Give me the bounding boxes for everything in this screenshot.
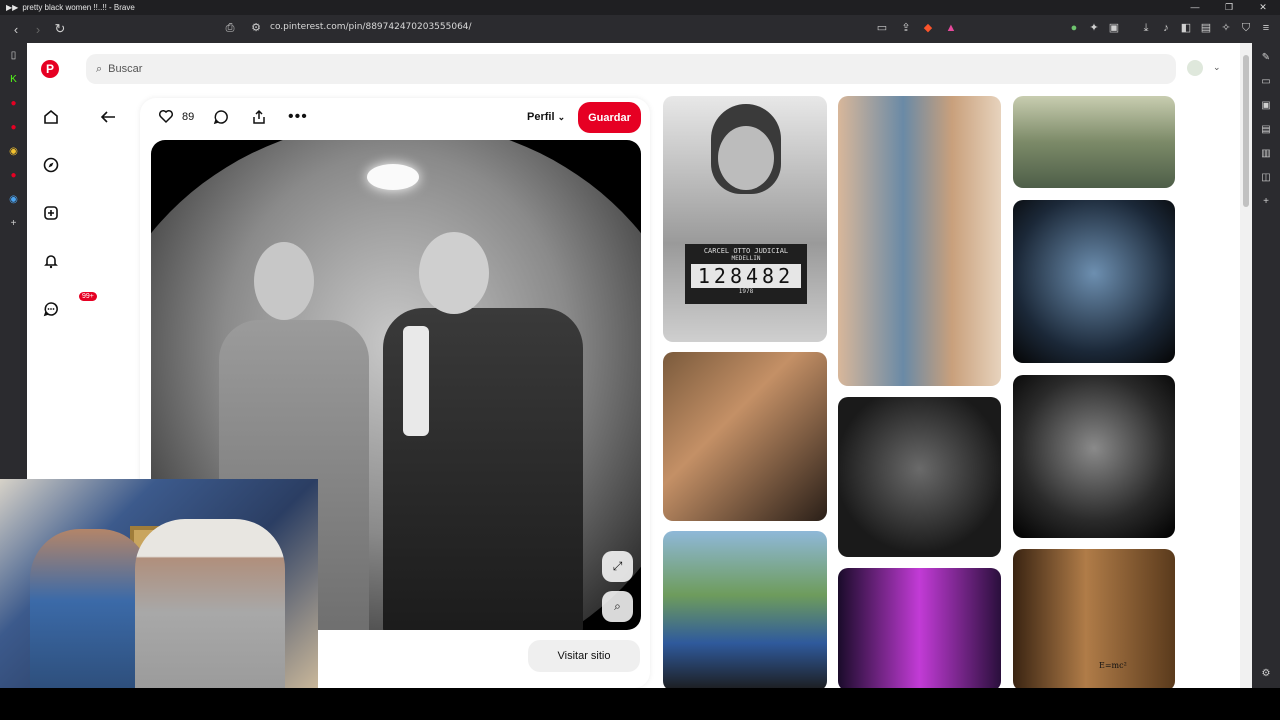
leo-sidebar-icon[interactable]: ✎ — [1252, 45, 1280, 69]
window-controls: — ❐ ✕ — [1178, 0, 1280, 15]
search-icon: ⌕ — [96, 62, 103, 75]
chevron-down-icon[interactable]: ⌄ — [1213, 62, 1221, 73]
feed-pin-monkey[interactable] — [663, 352, 827, 521]
heart-icon — [158, 108, 174, 127]
wallet-sidebar-icon[interactable]: ▣ — [1252, 93, 1280, 117]
brave-rewards-icon[interactable]: ▲ — [943, 20, 959, 36]
site-settings-icon[interactable]: ⚙ — [248, 20, 264, 36]
maximize-icon[interactable]: ❐ — [1212, 0, 1246, 15]
feed-pin-neon-portrait[interactable] — [838, 568, 1001, 688]
leo-icon[interactable]: ✧ — [1218, 20, 1234, 36]
like-count: 89 — [182, 111, 195, 123]
create-icon[interactable] — [39, 201, 63, 225]
like-button[interactable]: 89 — [158, 105, 194, 129]
pinterest-logo-icon[interactable]: P — [41, 60, 59, 78]
chevron-down-icon: ⌄ — [557, 112, 566, 122]
vpn-icon[interactable]: ⛉ — [1238, 20, 1254, 36]
minimize-icon[interactable]: — — [1178, 0, 1212, 15]
download-icon[interactable]: ⤓ — [1138, 20, 1154, 36]
feed-pin-batman-joker[interactable] — [838, 397, 1001, 557]
back-arrow-icon[interactable] — [99, 108, 119, 128]
extension-green-icon[interactable]: ● — [1066, 20, 1082, 36]
notification-badge: 99+ — [79, 292, 97, 301]
feed-pin-wizard-dj[interactable] — [1013, 200, 1175, 363]
feed-pin-dollar-bill[interactable] — [1013, 96, 1175, 188]
wallet-icon[interactable]: ▤ — [1198, 20, 1214, 36]
comment-icon[interactable] — [213, 105, 229, 129]
portrait-face — [718, 126, 774, 190]
forward-nav-icon[interactable]: › — [28, 19, 48, 39]
person-right-head — [419, 232, 489, 314]
feed-pin-einstein-mona[interactable]: E=mc² — [1013, 549, 1175, 688]
history-sidebar-icon[interactable]: ▥ — [1252, 141, 1280, 165]
share-pin-icon[interactable] — [251, 105, 267, 129]
menu-icon[interactable]: ≡ — [1258, 20, 1274, 36]
webcam-overlay — [0, 479, 318, 689]
save-button[interactable]: Guardar — [578, 102, 641, 133]
sidebar-panel-icon[interactable]: ▯ — [0, 43, 27, 67]
bookmark-icon[interactable]: ⎙ — [222, 20, 238, 36]
reload-icon[interactable]: ↻ — [50, 19, 70, 39]
visual-search-icon[interactable]: ⌕ — [602, 591, 633, 622]
feed-pin-mugshot[interactable]: CARCEL OTTO JUDICIAL MEDELLIN 128482 197… — [663, 96, 827, 342]
bottle — [403, 326, 429, 436]
extensions-icon[interactable]: ✦ — [1086, 20, 1102, 36]
chrome-tab-icon[interactable]: ◉ — [0, 139, 27, 163]
mugshot-placard: CARCEL OTTO JUDICIAL MEDELLIN 128482 197… — [685, 244, 807, 304]
media-icon: ▶▶ — [6, 3, 19, 12]
feed-pin-hat-man[interactable] — [1013, 375, 1175, 538]
pinterest-tab-icon[interactable]: ● — [0, 91, 27, 115]
tabs-sidebar-icon[interactable]: ◫ — [1252, 165, 1280, 189]
pinterest-tab-icon[interactable]: ● — [0, 163, 27, 187]
address-bar[interactable]: co.pinterest.com/pin/889742470203555064/ — [270, 22, 472, 32]
settings-sidebar-icon[interactable]: ⚙ — [1252, 661, 1280, 685]
home-icon[interactable] — [39, 105, 63, 129]
feed-pin-cartoon-couple[interactable] — [663, 531, 827, 688]
formula-text: E=mc² — [1099, 661, 1127, 670]
window-titlebar: ▶▶ pretty black women !!..!! - Brave — ❐… — [0, 0, 1280, 15]
page-scrollbar[interactable] — [1240, 43, 1252, 688]
profile-dropdown[interactable]: Perfil ⌄ — [527, 111, 565, 123]
letterbox-bar — [0, 688, 1280, 720]
placard-line2: MEDELLIN — [731, 255, 761, 262]
placard-number: 128482 — [691, 264, 801, 288]
explore-icon[interactable] — [39, 153, 63, 177]
bookmarks-sidebar-icon[interactable]: ▤ — [1252, 117, 1280, 141]
tab-title: pretty black women !!..!! - Brave — [22, 3, 135, 12]
more-options-icon[interactable]: ••• — [288, 105, 308, 129]
kick-icon[interactable]: K — [0, 67, 27, 91]
close-icon[interactable]: ✕ — [1246, 0, 1280, 15]
tab-title-area[interactable]: ▶▶ pretty black women !!..!! - Brave — [6, 3, 135, 12]
search-bar[interactable]: ⌕ Buscar — [86, 54, 1176, 84]
sidebar-toggle-icon[interactable]: ◧ — [1178, 20, 1194, 36]
profile-label: Perfil — [527, 111, 555, 123]
streamer-right — [135, 519, 285, 689]
share-icon[interactable]: ⇪ — [898, 20, 914, 36]
feed-pin-dinner[interactable] — [838, 96, 1001, 386]
add-sidebar-icon[interactable]: + — [1252, 189, 1280, 213]
person-left-head — [254, 242, 314, 320]
placard-year: 1978 — [738, 288, 754, 295]
reading-list-icon[interactable]: ▭ — [1252, 69, 1280, 93]
screenshot-icon[interactable]: ▣ — [1106, 20, 1122, 36]
scrollbar-thumb[interactable] — [1243, 55, 1249, 207]
browser-right-sidebar: ✎ ▭ ▣ ▤ ▥ ◫ + ⚙ — [1252, 43, 1280, 688]
back-nav-icon[interactable]: ‹ — [6, 19, 26, 39]
music-icon[interactable]: ♪ — [1158, 20, 1174, 36]
search-input[interactable]: Buscar — [108, 63, 142, 75]
messages-icon[interactable] — [39, 297, 63, 321]
pinterest-tab-icon[interactable]: ● — [0, 115, 27, 139]
cast-icon[interactable]: ▭ — [874, 20, 890, 36]
visit-site-button[interactable]: Visitar sitio — [528, 640, 640, 672]
placard-line1: CARCEL OTTO JUDICIAL — [703, 247, 789, 255]
expand-icon[interactable]: ⤢ — [602, 551, 633, 582]
chrome-tab-icon[interactable]: ◉ — [0, 187, 27, 211]
add-icon[interactable]: + — [0, 211, 27, 235]
streamer-left — [30, 529, 150, 689]
ceiling-lamp — [367, 164, 419, 190]
notifications-icon[interactable] — [39, 249, 63, 273]
browser-toolbar: ‹ › ↻ ⎙ ⚙ co.pinterest.com/pin/889742470… — [0, 15, 1280, 43]
avatar[interactable] — [1187, 60, 1203, 76]
brave-shields-icon[interactable]: ◆ — [920, 20, 936, 36]
